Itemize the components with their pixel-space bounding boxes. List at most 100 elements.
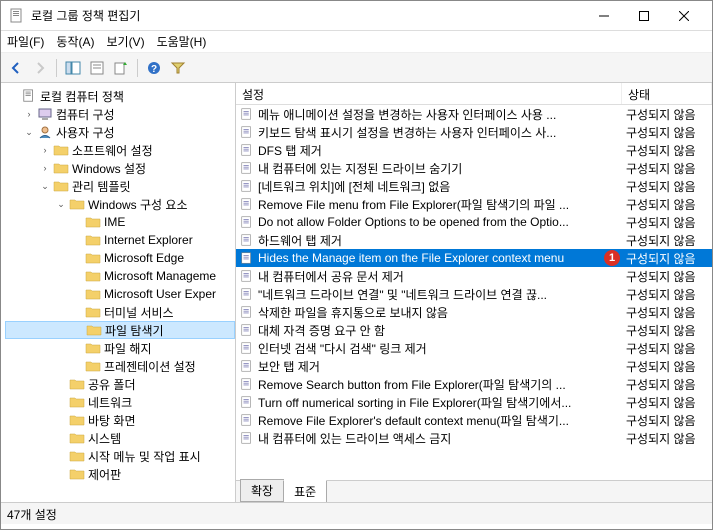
folder-icon bbox=[85, 215, 101, 229]
tree-node[interactable]: 시작 메뉴 및 작업 표시 bbox=[5, 447, 235, 465]
expand-icon[interactable]: › bbox=[23, 108, 35, 120]
list-body[interactable]: 메뉴 애니메이션 설정을 변경하는 사용자 인터페이스 사용 ...구성되지 않… bbox=[236, 105, 712, 480]
column-status[interactable]: 상태 bbox=[622, 83, 712, 104]
forward-button[interactable] bbox=[29, 57, 51, 79]
tree-node[interactable]: 로컬 컴퓨터 정책 bbox=[5, 87, 235, 105]
tree-node[interactable]: IME bbox=[5, 213, 235, 231]
minimize-button[interactable] bbox=[584, 2, 624, 30]
tree-node[interactable]: ⌄ Windows 구성 요소 bbox=[5, 195, 235, 213]
menu-help[interactable]: 도움말(H) bbox=[157, 33, 207, 50]
folder-icon bbox=[53, 179, 69, 193]
tree-node[interactable]: 터미널 서비스 bbox=[5, 303, 235, 321]
back-button[interactable] bbox=[5, 57, 27, 79]
row-status: 구성되지 않음 bbox=[622, 340, 712, 357]
list-row[interactable]: 인터넷 검색 "다시 검색" 링크 제거구성되지 않음 bbox=[236, 339, 712, 357]
row-label: 하드웨어 탭 제거 bbox=[258, 232, 622, 249]
list-row[interactable]: 삭제한 파일을 휴지통으로 보내지 않음구성되지 않음 bbox=[236, 303, 712, 321]
export-button[interactable] bbox=[110, 57, 132, 79]
tree-node-label: 컴퓨터 구성 bbox=[56, 106, 115, 123]
show-hide-tree-button[interactable] bbox=[62, 57, 84, 79]
tree-node[interactable]: ›Windows 설정 bbox=[5, 159, 235, 177]
expand-icon[interactable]: ⌄ bbox=[55, 198, 67, 210]
folder-icon bbox=[69, 413, 85, 427]
list-row[interactable]: 내 컴퓨터에 있는 드라이브 액세스 금지구성되지 않음 bbox=[236, 429, 712, 447]
row-status: 구성되지 않음 bbox=[622, 394, 712, 411]
properties-button[interactable] bbox=[86, 57, 108, 79]
tree-node[interactable]: Microsoft Manageme bbox=[5, 267, 235, 285]
tree-node[interactable]: › 컴퓨터 구성 bbox=[5, 105, 235, 123]
row-label: 내 컴퓨터에서 공유 문서 제거 bbox=[258, 268, 622, 285]
list-row[interactable]: 보안 탭 제거구성되지 않음 bbox=[236, 357, 712, 375]
policy-icon bbox=[21, 89, 37, 103]
list-row[interactable]: 메뉴 애니메이션 설정을 변경하는 사용자 인터페이스 사용 ...구성되지 않… bbox=[236, 105, 712, 123]
menu-file[interactable]: 파일(F) bbox=[7, 33, 44, 50]
tree-node[interactable]: 프레젠테이션 설정 bbox=[5, 357, 235, 375]
list-row[interactable]: DFS 탭 제거구성되지 않음 bbox=[236, 141, 712, 159]
row-label: Do not allow Folder Options to be opened… bbox=[258, 215, 622, 229]
tree-node[interactable]: 네트워크 bbox=[5, 393, 235, 411]
folder-icon bbox=[85, 341, 101, 355]
tree-pane[interactable]: 로컬 컴퓨터 정책›컴퓨터 구성⌄사용자 구성›소프트웨어 설정›Windows… bbox=[1, 83, 236, 502]
row-status: 구성되지 않음 bbox=[622, 142, 712, 159]
tree-node[interactable]: 파일 해지 bbox=[5, 339, 235, 357]
list-row[interactable]: Remove Search button from File Explorer(… bbox=[236, 375, 712, 393]
filter-button[interactable] bbox=[167, 57, 189, 79]
row-label: 내 컴퓨터에 있는 지정된 드라이브 숨기기 bbox=[258, 160, 622, 177]
list-row[interactable]: Turn off numerical sorting in File Explo… bbox=[236, 393, 712, 411]
list-row[interactable]: "네트워크 드라이브 연결" 및 "네트워크 드라이브 연결 끊...구성되지 … bbox=[236, 285, 712, 303]
tree-node[interactable]: 제어판 bbox=[5, 465, 235, 483]
list-row[interactable]: 하드웨어 탭 제거구성되지 않음 bbox=[236, 231, 712, 249]
tree-node[interactable]: ⌄관리 템플릿 bbox=[5, 177, 235, 195]
row-status: 구성되지 않음 bbox=[622, 196, 712, 213]
tree-node-label: 공유 폴더 bbox=[88, 376, 136, 393]
toolbar: ? bbox=[1, 53, 712, 83]
row-status: 구성되지 않음 bbox=[622, 376, 712, 393]
menu-action[interactable]: 동작(A) bbox=[56, 33, 94, 50]
row-status: 구성되지 않음 bbox=[622, 232, 712, 249]
folder-icon bbox=[85, 251, 101, 265]
policy-icon bbox=[239, 431, 255, 445]
tree-node[interactable]: ›소프트웨어 설정 bbox=[5, 141, 235, 159]
list-row[interactable]: [네트워크 위치]에 [전체 네트워크] 없음구성되지 않음 bbox=[236, 177, 712, 195]
expand-icon[interactable]: ⌄ bbox=[39, 180, 51, 192]
tree-node-label: 제어판 bbox=[88, 466, 121, 483]
close-button[interactable] bbox=[664, 2, 704, 30]
tree-node-label: 바탕 화면 bbox=[88, 412, 136, 429]
tree-node[interactable]: 바탕 화면 bbox=[5, 411, 235, 429]
tree-node-label: Windows 구성 요소 bbox=[88, 196, 188, 213]
tree-node[interactable]: Microsoft User Exper bbox=[5, 285, 235, 303]
tree-node[interactable]: 시스템 bbox=[5, 429, 235, 447]
tree-node-label: Internet Explorer bbox=[104, 233, 193, 247]
list-row[interactable]: Do not allow Folder Options to be opened… bbox=[236, 213, 712, 231]
list-row[interactable]: Remove File menu from File Explorer(파일 탐… bbox=[236, 195, 712, 213]
tree-node-label: Microsoft User Exper bbox=[104, 287, 216, 301]
folder-icon bbox=[69, 467, 85, 481]
row-label: 내 컴퓨터에 있는 드라이브 액세스 금지 bbox=[258, 430, 622, 447]
expand-icon[interactable]: › bbox=[39, 144, 51, 156]
list-row[interactable]: Remove File Explorer's default context m… bbox=[236, 411, 712, 429]
row-status: 구성되지 않음 bbox=[622, 250, 712, 267]
maximize-button[interactable] bbox=[624, 2, 664, 30]
list-row[interactable]: Hides the Manage item on the File Explor… bbox=[236, 249, 712, 267]
list-row[interactable]: 내 컴퓨터에서 공유 문서 제거구성되지 않음 bbox=[236, 267, 712, 285]
tree-node[interactable]: ⌄사용자 구성 bbox=[5, 123, 235, 141]
list-row[interactable]: 키보드 탐색 표시기 설정을 변경하는 사용자 인터페이스 사...구성되지 않… bbox=[236, 123, 712, 141]
tree-node[interactable]: 파일 탐색기 bbox=[5, 321, 235, 339]
tree-node[interactable]: 공유 폴더 bbox=[5, 375, 235, 393]
expand-icon[interactable]: ⌄ bbox=[23, 126, 35, 138]
menu-view[interactable]: 보기(V) bbox=[106, 33, 144, 50]
tab-standard[interactable]: 표준 bbox=[283, 480, 327, 502]
tab-extended[interactable]: 확장 bbox=[240, 479, 284, 502]
help-button[interactable]: ? bbox=[143, 57, 165, 79]
policy-icon bbox=[239, 197, 255, 211]
row-label: Hides the Manage item on the File Explor… bbox=[258, 251, 606, 265]
row-status: 구성되지 않음 bbox=[622, 160, 712, 177]
row-label: 보안 탭 제거 bbox=[258, 358, 622, 375]
expand-icon[interactable]: › bbox=[39, 162, 51, 174]
column-setting[interactable]: 설정 bbox=[236, 83, 622, 104]
tree-node[interactable]: Internet Explorer bbox=[5, 231, 235, 249]
list-row[interactable]: 내 컴퓨터에 있는 지정된 드라이브 숨기기구성되지 않음 bbox=[236, 159, 712, 177]
folder-icon bbox=[85, 359, 101, 373]
list-row[interactable]: 대체 자격 증명 요구 안 함구성되지 않음 bbox=[236, 321, 712, 339]
tree-node[interactable]: Microsoft Edge bbox=[5, 249, 235, 267]
